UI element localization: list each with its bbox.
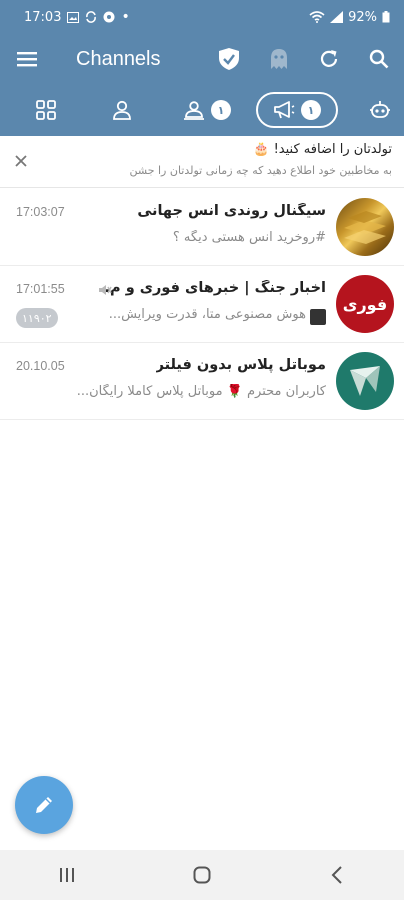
screen: 17:03 • 92% Channels ١ ١ تولدتان را اضاف…	[0, 0, 404, 900]
chat-last-message: #روخرید انس هستی دیگه ؟	[172, 230, 326, 245]
folder-tabs: ١ ١	[0, 84, 404, 136]
group-icon	[184, 101, 204, 120]
banner-subtitle: به مخاطبین خود اطلاع دهید که چه زمانی تو…	[129, 164, 392, 177]
tab-all[interactable]	[20, 92, 72, 128]
chat-name: اخبار جنگ | خبرهای فوری و م...	[101, 280, 326, 296]
recent-apps-icon	[60, 868, 75, 882]
tab-private[interactable]	[96, 92, 148, 128]
chat-time: 20.10.05	[16, 359, 65, 373]
avatar-label: فوری	[342, 294, 388, 314]
verified-shield-button[interactable]	[204, 34, 254, 84]
avatar	[336, 198, 394, 256]
megaphone-icon	[274, 101, 295, 119]
wifi-icon	[309, 11, 325, 23]
grid-icon	[36, 100, 56, 120]
shield-check-icon	[219, 48, 239, 70]
compose-button[interactable]	[15, 776, 73, 834]
back-icon	[331, 866, 342, 884]
recent-apps-button[interactable]	[37, 850, 97, 900]
status-bar: 17:03 • 92%	[0, 0, 404, 34]
battery-level: 92%	[348, 9, 377, 25]
home-icon	[193, 866, 211, 884]
app-header: Channels	[0, 34, 404, 84]
avatar	[336, 352, 394, 410]
tab-bots[interactable]	[360, 92, 400, 128]
app-notification-icon	[103, 11, 115, 23]
chat-row[interactable]: موباتل پلاس بدون فیلتر کاربران محترم 🌹 م…	[0, 343, 404, 420]
unread-count-badge: ۱۱۹۰۲	[16, 308, 58, 328]
tab-groups[interactable]: ١	[170, 92, 244, 128]
chat-last-message: کاربران محترم 🌹 موباتل پلاس کاملا رایگان…	[76, 384, 326, 399]
chat-row[interactable]: فوری اخبار جنگ | خبرهای فوری و م... هوش …	[0, 266, 404, 343]
search-button[interactable]	[354, 34, 404, 84]
system-navigation-bar	[0, 850, 404, 900]
home-button[interactable]	[172, 850, 232, 900]
chat-last-message: هوش مصنوعی متا، قدرت ویرایش...	[108, 307, 306, 322]
sync-icon	[86, 11, 97, 23]
hamburger-icon	[17, 52, 37, 67]
status-time: 17:03	[24, 9, 62, 25]
battery-icon	[382, 11, 390, 23]
chat-time: 17:01:55	[16, 282, 65, 296]
gallery-icon	[67, 11, 80, 23]
ghost-icon	[271, 49, 287, 69]
tab-groups-badge: ١	[211, 100, 231, 120]
chat-list: سیگنال روندی انس جهانی #روخرید انس هستی …	[0, 189, 404, 420]
birthday-suggestion-banner[interactable]: تولدتان را اضافه کنید! 🎂 به مخاطبین خود …	[0, 136, 404, 188]
back-button[interactable]	[307, 850, 367, 900]
ghost-mode-button[interactable]	[254, 34, 304, 84]
mobatel-logo-icon	[350, 366, 380, 396]
message-thumbnail	[310, 309, 326, 325]
chat-name: سیگنال روندی انس جهانی	[137, 203, 326, 219]
user-icon	[113, 100, 131, 120]
chat-row[interactable]: سیگنال روندی انس جهانی #روخرید انس هستی …	[0, 189, 404, 266]
banner-close-button[interactable]	[8, 148, 34, 174]
menu-button[interactable]	[0, 34, 54, 84]
more-notifications-dot: •	[121, 9, 130, 25]
signal-icon	[330, 11, 344, 23]
pencil-icon	[36, 797, 52, 813]
chat-time: 17:03:07	[16, 205, 65, 219]
tab-channels-badge: ١	[301, 100, 321, 120]
tab-channels[interactable]: ١	[256, 92, 338, 128]
page-title: Channels	[76, 47, 161, 70]
chat-name: موباتل پلاس بدون فیلتر	[155, 357, 326, 373]
search-icon	[369, 49, 389, 69]
avatar: فوری	[336, 275, 394, 333]
close-icon	[15, 155, 27, 167]
gold-bars-icon	[344, 211, 386, 244]
banner-title: تولدتان را اضافه کنید! 🎂	[253, 142, 392, 157]
refresh-button[interactable]	[304, 34, 354, 84]
refresh-icon	[320, 50, 338, 67]
bot-icon	[370, 101, 390, 118]
muted-speaker-icon	[99, 285, 112, 295]
